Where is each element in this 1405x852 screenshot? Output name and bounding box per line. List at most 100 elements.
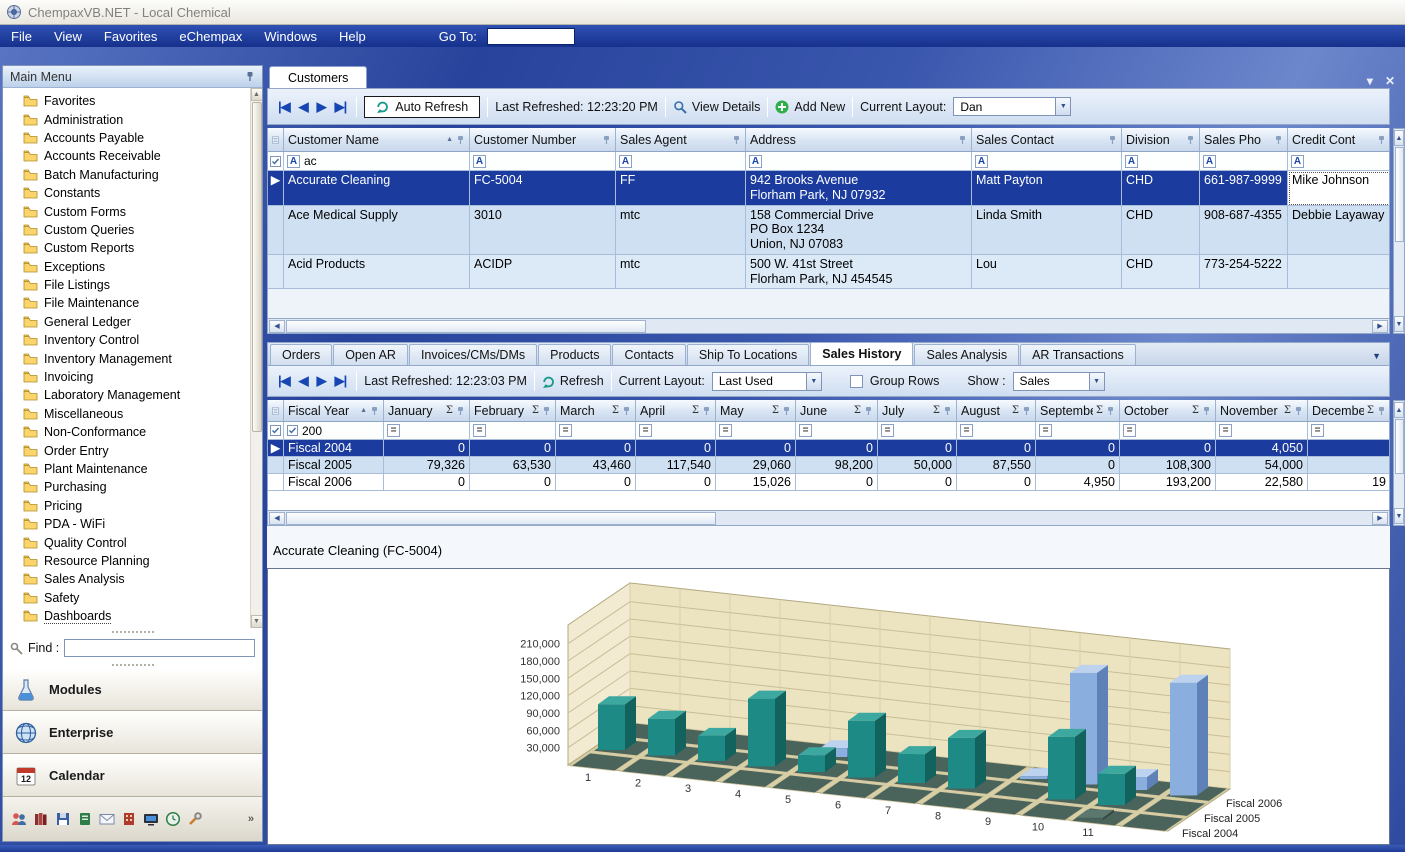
sidebar-item-resource-planning[interactable]: Resource Planning: [3, 552, 262, 570]
sidebar-item-miscellaneous[interactable]: Miscellaneous: [3, 405, 262, 423]
column-header-july[interactable]: JulyΣ: [878, 400, 957, 422]
clock-icon[interactable]: [165, 811, 181, 827]
find-input[interactable]: [64, 639, 255, 657]
column-header-customer-name[interactable]: Customer Name▲: [284, 128, 470, 152]
sales-hscrollbar[interactable]: ◀ ▶: [267, 510, 1390, 526]
menu-item-file[interactable]: File: [0, 27, 43, 46]
cell-credit-cont[interactable]: Debbie Layaway: [1288, 206, 1390, 255]
column-header-credit-cont[interactable]: Credit Cont: [1288, 128, 1390, 152]
last-record-icon[interactable]: ▶|: [335, 373, 347, 389]
sidebar-item-quality-control[interactable]: Quality Control: [3, 533, 262, 551]
pin-icon[interactable]: [245, 71, 255, 82]
pin-icon[interactable]: [782, 406, 791, 416]
filter-cell-february[interactable]: =: [470, 422, 556, 440]
filter-cell-january[interactable]: =: [384, 422, 470, 440]
cell-fiscal-year[interactable]: Fiscal 2004: [284, 440, 384, 457]
customers-hscrollbar[interactable]: ◀ ▶: [267, 318, 1390, 334]
cell-sales-pho[interactable]: 908-687-4355: [1200, 206, 1288, 255]
tab-contacts[interactable]: Contacts: [612, 344, 685, 365]
chevron-down-icon[interactable]: ▼: [806, 373, 821, 390]
save-icon[interactable]: [55, 811, 71, 827]
first-record-icon[interactable]: |◀: [278, 99, 290, 115]
filter-type-eq-icon[interactable]: =: [799, 424, 812, 437]
sales-row-fiscal-2005[interactable]: Fiscal 200579,32663,53043,460117,54029,0…: [268, 457, 1389, 474]
cell-fiscal-year[interactable]: Fiscal 2005: [284, 457, 384, 474]
cell-january[interactable]: 0: [384, 440, 470, 457]
refresh-button[interactable]: Refresh: [542, 374, 604, 388]
scroll-down-icon[interactable]: ▼: [1394, 508, 1404, 524]
cell-customer-number[interactable]: FC-5004: [470, 171, 616, 206]
filter-type-eq-icon[interactable]: =: [1039, 424, 1052, 437]
column-header-september[interactable]: SeptemberΣ: [1036, 400, 1120, 422]
customer-row-ace-medical-supply[interactable]: Ace Medical Supply3010mtc158 Commercial …: [268, 206, 1389, 255]
sidebar-item-custom-reports[interactable]: Custom Reports: [3, 239, 262, 257]
auto-refresh-button[interactable]: Auto Refresh: [364, 96, 480, 118]
cell-may[interactable]: 29,060: [716, 457, 796, 474]
calendar-button[interactable]: 12 Calendar: [3, 754, 262, 797]
filter-type-a-icon[interactable]: A: [1203, 155, 1216, 168]
cell-september[interactable]: 0: [1036, 457, 1120, 474]
sidebar-item-order-entry[interactable]: Order Entry: [3, 441, 262, 459]
configure-buttons-chevron[interactable]: »: [248, 813, 254, 825]
chevron-down-icon[interactable]: ▼: [1089, 373, 1104, 390]
books-icon[interactable]: [33, 811, 49, 827]
cell-sales-agent[interactable]: mtc: [616, 255, 746, 290]
cell-february[interactable]: 63,530: [470, 457, 556, 474]
scroll-left-icon[interactable]: ◀: [269, 512, 285, 525]
pin-icon[interactable]: [456, 135, 465, 145]
cell-address[interactable]: 500 W. 41st Street Florham Park, NJ 4545…: [746, 255, 972, 290]
tab-close-icon[interactable]: ✕: [1385, 74, 1395, 88]
pin-icon[interactable]: [1377, 406, 1386, 416]
sidebar-item-purchasing[interactable]: Purchasing: [3, 478, 262, 496]
modules-button[interactable]: Modules: [3, 668, 262, 711]
next-record-icon[interactable]: ▶: [317, 373, 326, 389]
cell-december[interactable]: [1308, 457, 1390, 474]
column-header-december[interactable]: DecemberΣ: [1308, 400, 1390, 422]
tab-invoices-cms-dms[interactable]: Invoices/CMs/DMs: [409, 344, 537, 365]
menu-item-help[interactable]: Help: [328, 27, 377, 46]
tree-scrollbar[interactable]: ▲ ▼: [250, 88, 262, 628]
chevron-down-icon[interactable]: ▼: [1055, 98, 1070, 115]
cell-august[interactable]: 0: [957, 474, 1036, 491]
tab-list-chevron-icon[interactable]: ▼: [1372, 351, 1387, 365]
filter-cell-october[interactable]: =: [1120, 422, 1216, 440]
next-record-icon[interactable]: ▶: [317, 99, 326, 115]
cell-august[interactable]: 0: [957, 440, 1036, 457]
sidebar-item-file-listings[interactable]: File Listings: [3, 276, 262, 294]
tools-icon[interactable]: [187, 811, 203, 827]
column-header-november[interactable]: NovemberΣ: [1216, 400, 1308, 422]
sidebar-item-exceptions[interactable]: Exceptions: [3, 258, 262, 276]
sales-row-fiscal-2004[interactable]: ▶Fiscal 200400000000004,050: [268, 440, 1389, 457]
sales-hscroll-thumb[interactable]: [286, 512, 716, 525]
filter-type-a-icon[interactable]: A: [473, 155, 486, 168]
scroll-right-icon[interactable]: ▶: [1372, 512, 1388, 525]
cell-april[interactable]: 117,540: [636, 457, 716, 474]
sum-icon[interactable]: Σ: [1096, 405, 1103, 416]
filter-cell-customer-number[interactable]: A: [470, 152, 616, 171]
cell-division[interactable]: CHD: [1122, 171, 1200, 206]
filter-cell-sales-contact[interactable]: A: [972, 152, 1122, 171]
menu-item-echempax[interactable]: eChempax: [168, 27, 253, 46]
sum-icon[interactable]: Σ: [1284, 405, 1291, 416]
sum-icon[interactable]: Σ: [532, 405, 539, 416]
sidebar-item-pda-wifi[interactable]: PDA - WiFi: [3, 515, 262, 533]
scroll-right-icon[interactable]: ▶: [1372, 320, 1388, 333]
cell-november[interactable]: 54,000: [1216, 457, 1308, 474]
filter-type-eq-icon[interactable]: =: [1123, 424, 1136, 437]
sidebar-item-invoicing[interactable]: Invoicing: [3, 368, 262, 386]
sum-icon[interactable]: Σ: [692, 405, 699, 416]
filter-cell-december[interactable]: =: [1308, 422, 1390, 440]
filter-type-a-icon[interactable]: A: [1125, 155, 1138, 168]
filter-cell-november[interactable]: =: [1216, 422, 1308, 440]
cell-sales-contact[interactable]: Linda Smith: [972, 206, 1122, 255]
sidebar-item-accounts-receivable[interactable]: Accounts Receivable: [3, 147, 262, 165]
pin-icon[interactable]: [370, 406, 379, 416]
cell-customer-name[interactable]: Ace Medical Supply: [284, 206, 470, 255]
cell-march[interactable]: 43,460: [556, 457, 636, 474]
sum-icon[interactable]: Σ: [854, 405, 861, 416]
prev-record-icon[interactable]: ◀: [299, 373, 308, 389]
cell-march[interactable]: 0: [556, 474, 636, 491]
view-details-button[interactable]: View Details: [673, 100, 761, 114]
column-header-division[interactable]: Division: [1122, 128, 1200, 152]
filter-cell-july[interactable]: =: [878, 422, 957, 440]
